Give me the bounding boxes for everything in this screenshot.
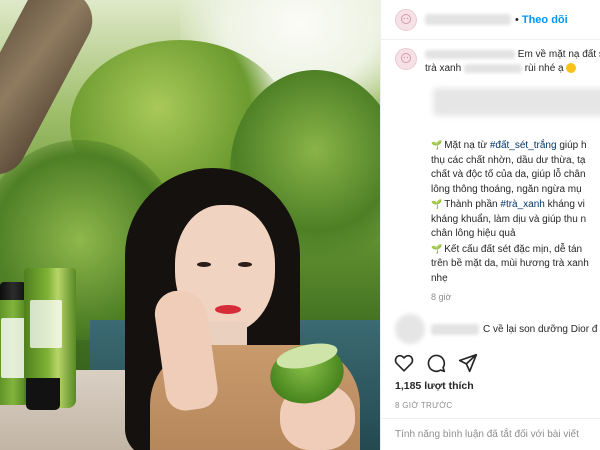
body-line: 🌱 Mặt nạ từ #đất_sét_trắng giúp h: [431, 138, 600, 154]
comments-area[interactable]: Em về mặt nạ đất s trà xanh rùi nhé ạ 🌱 M…: [381, 48, 600, 348]
photo-person-eye: [197, 262, 211, 267]
body-text: Thành phần: [444, 199, 501, 210]
comments-disabled-notice: Tính năng bình luận đã tắt đối với bài v…: [381, 418, 600, 450]
body-line: chân lông hiệu quả: [431, 228, 516, 239]
avatar-icon[interactable]: [395, 48, 417, 70]
body-line: 🌱 Kết cấu đất sét đặc mịn, dễ tán: [431, 242, 600, 258]
body-line: kháng khuẩn, làm dịu và giúp thu n: [431, 213, 587, 225]
separator-dot: •: [515, 13, 519, 26]
body-line: thụ các chất nhờn, dầu dư thừa, tạ: [431, 154, 586, 166]
username-redacted[interactable]: [431, 323, 479, 335]
smile-emoji-icon: [566, 63, 577, 74]
username-redacted[interactable]: [425, 49, 515, 59]
follow-button[interactable]: Theo dõi: [522, 14, 568, 26]
body-line: lông thông thoáng, ngăn ngừa mụ: [431, 183, 582, 195]
body-text: giúp h: [556, 140, 587, 151]
leaf-icon: 🌱: [431, 243, 443, 254]
share-icon[interactable]: [457, 352, 479, 374]
likes-count[interactable]: 1,185 lượt thích: [395, 380, 474, 392]
leaf-icon: 🌱: [431, 140, 443, 150]
post-timestamp: 8 GIỜ TRƯỚC: [395, 401, 453, 410]
post-body: 🌱 Mặt nạ từ #đất_sét_trắng giúp h thụ các…: [431, 138, 600, 286]
comment-text: C về lại son dưỡng Dior đ: [483, 323, 598, 335]
post-header: • Theo dõi: [381, 0, 600, 40]
caption: Em về mặt nạ đất s trà xanh rùi nhé ạ: [395, 48, 600, 76]
body-text: kháng vi: [544, 199, 585, 210]
caption-line-2-start: trà xanh: [425, 63, 462, 74]
body-line: chất và độc tố của da, giúp lỗ chân: [431, 169, 586, 180]
caption-time: 8 giờ: [431, 292, 452, 302]
post-photo: [0, 0, 380, 450]
leaf-icon: 🌱: [431, 199, 443, 209]
redacted-block: [433, 88, 600, 116]
caption-line-2-end: rùi nhé ạ: [524, 63, 564, 74]
heart-icon[interactable]: [393, 352, 415, 374]
action-bar: [393, 352, 479, 374]
comment-row: C về lại son dưỡng Dior đ: [395, 314, 600, 344]
photo-person-lips: [215, 305, 241, 314]
username-redacted[interactable]: [425, 14, 511, 25]
body-text: Mặt nạ từ: [444, 140, 490, 151]
body-line: 🌱 Thành phần #trà_xanh kháng vi: [431, 197, 600, 213]
avatar-icon[interactable]: [395, 8, 417, 31]
caption-line-1: Em về mặt nạ đất s: [517, 49, 600, 60]
body-line: trên bề mặt da, mùi hương trà xanh: [431, 258, 589, 269]
hashtag-link[interactable]: #đất_sét_trắng: [490, 140, 557, 151]
photo-product-cap: [26, 378, 60, 410]
body-text: Kết cấu đất sét đặc mịn, dễ tán: [444, 243, 583, 255]
avatar-icon[interactable]: [395, 314, 425, 344]
caption-redacted: [463, 63, 522, 73]
comment-icon[interactable]: [425, 352, 447, 374]
caption-text: Em về mặt nạ đất s trà xanh rùi nhé ạ: [425, 48, 600, 76]
photo-product-label: [30, 300, 62, 348]
hashtag-link[interactable]: #trà_xanh: [500, 199, 544, 210]
photo-person-eye: [238, 262, 252, 267]
photo-product-label: [1, 318, 25, 378]
body-line: nhẹ: [431, 272, 448, 284]
post-panel: • Theo dõi Em về mặt nạ đất s trà xanh r…: [380, 0, 600, 450]
